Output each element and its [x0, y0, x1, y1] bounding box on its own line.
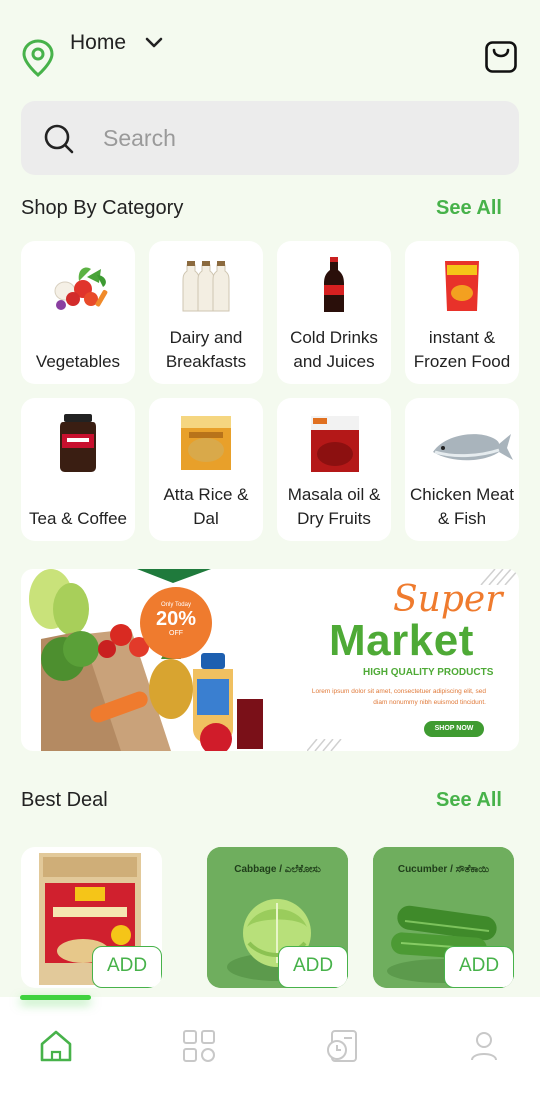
best-deal-see-all-link[interactable]: See All [436, 789, 502, 812]
flour-bag-icon [181, 416, 231, 470]
cola-bottle-icon [324, 257, 344, 312]
category-label: Dairy and Breakfasts [165, 328, 247, 371]
category-card-tea-coffee[interactable]: Tea & Coffee [21, 398, 135, 541]
chevron-down-icon[interactable] [144, 33, 164, 53]
add-to-cart-button[interactable]: ADD [92, 946, 162, 988]
category-section-title: Shop By Category [21, 197, 184, 219]
search-input[interactable] [103, 121, 483, 155]
deal-name: Cucumber / ಸೌತೆಕಾಯಿ [397, 864, 490, 875]
category-label: Chicken Meat & Fish [410, 485, 514, 528]
search-icon [44, 124, 74, 154]
badge-bottom-text: OFF [169, 630, 183, 637]
discount-badge: Only Today 20% OFF [140, 587, 212, 659]
category-label: Atta Rice & Dal [163, 485, 249, 528]
add-to-cart-button[interactable]: ADD [444, 946, 514, 988]
header: Home [0, 0, 540, 100]
home-icon[interactable] [38, 1028, 74, 1064]
location-label[interactable]: Home [70, 31, 126, 55]
shopping-bag-icon[interactable] [484, 40, 518, 74]
shop-now-button[interactable]: SHOP NOW [424, 721, 484, 737]
categories-icon[interactable] [181, 1028, 217, 1064]
deal-card-atta[interactable]: ADD [21, 847, 162, 988]
category-card-vegetables[interactable]: Vegetables [21, 241, 135, 384]
snack-packet-icon [445, 261, 479, 311]
deal-card-cucumber[interactable]: Cucumber / ಸೌತೆಕಾಯಿ ADD [373, 847, 514, 988]
active-tab-indicator [20, 995, 91, 1000]
category-label: Tea & Coffee [29, 509, 127, 528]
coffee-jar-icon [60, 414, 96, 472]
profile-icon[interactable] [466, 1028, 502, 1064]
deal-card-cabbage[interactable]: Cabbage / ಎಲೆಕೋಸು ADD [207, 847, 348, 988]
stripe-decoration [307, 739, 342, 751]
category-label: instant & Frozen Food [413, 328, 511, 371]
fish-icon [433, 434, 513, 461]
location-pin-icon[interactable] [20, 38, 56, 78]
category-card-dairy[interactable]: Dairy and Breakfasts [149, 241, 263, 384]
category-card-chicken-fish[interactable]: Chicken Meat & Fish [405, 398, 519, 541]
search-bar[interactable] [21, 101, 519, 175]
promo-banner[interactable]: Only Today 20% OFF Super Market HIGH QUA… [21, 569, 519, 751]
category-card-masala[interactable]: Masala oil & Dry Fruits [277, 398, 391, 541]
add-to-cart-button[interactable]: ADD [278, 946, 348, 988]
banner-market-text: Market [329, 616, 474, 665]
deal-name: Cabbage / ಎಲೆಕೋಸು [234, 864, 321, 875]
milk-bottles-icon [182, 261, 230, 312]
banner-tagline: HIGH QUALITY PRODUCTS [363, 667, 494, 678]
category-label: Cold Drinks and Juices [290, 328, 378, 371]
category-card-cold-drinks[interactable]: Cold Drinks and Juices [277, 241, 391, 384]
category-card-instant-food[interactable]: instant & Frozen Food [405, 241, 519, 384]
banner-description: Lorem ipsum dolor sit amet, consectetuer… [311, 688, 486, 706]
category-label: Vegetables [35, 352, 121, 371]
bottom-navigation [0, 995, 540, 1107]
vegetables-icon [54, 267, 108, 310]
banner-super-text: Super [393, 579, 503, 620]
orders-icon[interactable] [324, 1028, 360, 1064]
best-deal-title: Best Deal [21, 789, 108, 811]
chili-powder-icon [311, 416, 359, 472]
badge-percent: 20% [155, 608, 197, 630]
category-label: Masala oil & Dry Fruits [287, 485, 381, 528]
category-card-atta-rice[interactable]: Atta Rice & Dal [149, 398, 263, 541]
category-see-all-link[interactable]: See All [436, 197, 502, 220]
